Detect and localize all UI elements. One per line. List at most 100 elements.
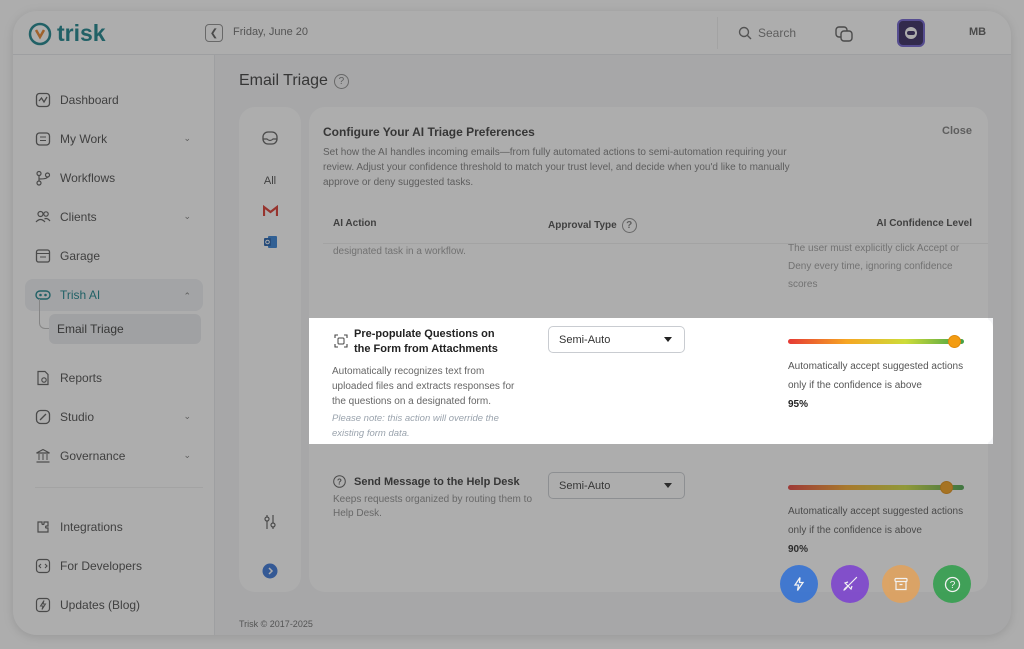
expand-button[interactable] bbox=[239, 563, 301, 582]
help-icon[interactable]: ? bbox=[621, 218, 637, 233]
filter-settings-button[interactable] bbox=[239, 513, 301, 534]
sidebar-item-label: My Work bbox=[60, 132, 108, 146]
approval-type-value: Semi-Auto bbox=[559, 479, 611, 492]
logo[interactable]: trisk bbox=[27, 20, 106, 47]
rocket-icon bbox=[843, 576, 858, 591]
clients-icon bbox=[35, 210, 51, 223]
action-description: Keeps requests organized by routing them… bbox=[333, 494, 533, 519]
confidence-slider-track[interactable] bbox=[788, 485, 964, 490]
chat-button[interactable] bbox=[833, 23, 855, 45]
column-header-label: AI Confidence Level bbox=[876, 218, 972, 229]
search-button[interactable]: Search bbox=[717, 17, 817, 49]
caret-down-icon bbox=[664, 337, 672, 342]
sidebar-item-clients[interactable]: Clients ⌄ bbox=[25, 201, 203, 233]
sidebar-item-trish-ai[interactable]: Trish AI ⌃ bbox=[25, 279, 203, 311]
reports-icon bbox=[37, 370, 49, 386]
chevron-left-icon: ❮ bbox=[209, 27, 219, 39]
sidebar-item-label: Studio bbox=[60, 410, 95, 424]
sidebar-item-label: Governance bbox=[60, 449, 126, 463]
chevron-down-icon: ⌄ bbox=[183, 211, 191, 221]
help-circle-icon: ? bbox=[944, 576, 960, 592]
previous-row-confidence-line-2: Deny every time, ignoring confidence bbox=[788, 261, 953, 272]
chevron-right-circle-icon bbox=[262, 563, 278, 579]
column-header-approval-type: Approval Type? bbox=[548, 218, 637, 233]
dashboard-icon bbox=[35, 92, 51, 108]
studio-icon bbox=[35, 409, 51, 425]
sidebar-item-label: Trish AI bbox=[60, 288, 101, 302]
confidence-value: 90% bbox=[788, 544, 809, 555]
approval-type-select[interactable]: Semi-Auto bbox=[548, 472, 685, 499]
help-circle-icon: ? bbox=[333, 475, 346, 488]
collapse-sidebar-button[interactable]: ❮ bbox=[205, 24, 223, 42]
top-bar: trisk ❮ Friday, June 20 Search MB bbox=[13, 11, 1011, 55]
outlook-source-button[interactable] bbox=[239, 235, 301, 252]
archive-button[interactable] bbox=[882, 565, 920, 603]
inbox-button[interactable] bbox=[239, 129, 301, 150]
sidebar-item-label: Clients bbox=[60, 210, 97, 224]
help-icon[interactable]: ? bbox=[333, 73, 349, 89]
close-button[interactable]: Close bbox=[942, 125, 972, 137]
sidebar: Dashboard My Work ⌄ Workflows Clients ⌄ … bbox=[13, 55, 215, 635]
sidebar-item-integrations[interactable]: Integrations bbox=[25, 511, 203, 543]
confidence-description: Automatically accept suggested actions o… bbox=[788, 502, 966, 559]
sidebar-item-label: Reports bbox=[60, 371, 103, 385]
integrations-icon bbox=[37, 521, 49, 533]
assistant-avatar[interactable] bbox=[897, 19, 925, 47]
confidence-text: Automatically accept suggested actions o… bbox=[788, 506, 964, 536]
confidence-description: Automatically accept suggested actions o… bbox=[788, 357, 966, 414]
previous-row-confidence-line-3: scores bbox=[788, 279, 818, 290]
workflows-icon bbox=[36, 170, 51, 186]
sidebar-item-reports[interactable]: Reports bbox=[25, 362, 203, 394]
column-header-ai-action: AI Action bbox=[333, 218, 377, 229]
current-date: Friday, June 20 bbox=[233, 26, 309, 38]
sidebar-item-my-work[interactable]: My Work ⌄ bbox=[25, 123, 203, 155]
sidebar-item-garage[interactable]: Garage bbox=[25, 240, 203, 272]
caret-down-icon bbox=[664, 483, 672, 488]
sidebar-divider bbox=[35, 487, 203, 488]
confidence-value: 95% bbox=[788, 399, 809, 410]
app-name: trisk bbox=[57, 20, 106, 46]
svg-text:?: ? bbox=[337, 478, 342, 487]
action-title: ? Send Message to the Help Desk bbox=[333, 475, 520, 488]
confidence-slider-thumb[interactable] bbox=[948, 335, 961, 348]
action-warning-note: Please note: this action will override t… bbox=[332, 413, 499, 439]
sidebar-item-workflows[interactable]: Workflows bbox=[25, 162, 203, 194]
action-title-text: Send Message to the Help Desk bbox=[354, 475, 520, 488]
approval-type-select[interactable]: Semi-Auto bbox=[548, 326, 685, 353]
chat-icon bbox=[835, 26, 853, 42]
source-all[interactable]: All bbox=[239, 175, 301, 187]
email-sources-panel: All bbox=[239, 107, 301, 592]
sidebar-item-dashboard[interactable]: Dashboard bbox=[25, 84, 203, 116]
user-initials[interactable]: MB bbox=[969, 26, 986, 38]
launch-button[interactable] bbox=[831, 565, 869, 603]
gmail-source-button[interactable] bbox=[239, 204, 301, 220]
sidebar-item-governance[interactable]: Governance ⌄ bbox=[25, 440, 203, 472]
quick-action-button[interactable] bbox=[780, 565, 818, 603]
svg-text:?: ? bbox=[949, 580, 955, 591]
approval-type-value: Semi-Auto bbox=[559, 333, 611, 346]
chevron-down-icon: ⌄ bbox=[183, 450, 191, 460]
my-work-icon bbox=[35, 132, 51, 146]
column-header-label: AI Action bbox=[333, 218, 377, 229]
sidebar-item-for-developers[interactable]: For Developers bbox=[25, 550, 203, 582]
sidebar-item-label: Garage bbox=[60, 249, 101, 263]
chevron-down-icon: ⌄ bbox=[183, 133, 191, 143]
highlighted-action-row: Pre-populate Questions on the Form from … bbox=[309, 318, 993, 444]
sliders-icon bbox=[264, 515, 276, 529]
action-description: Automatically recognizes text from uploa… bbox=[332, 366, 515, 407]
sidebar-item-email-triage[interactable]: Email Triage bbox=[49, 314, 201, 344]
chevron-up-icon: ⌃ bbox=[183, 291, 191, 301]
governance-icon bbox=[36, 448, 50, 463]
chevron-down-icon: ⌄ bbox=[183, 411, 191, 421]
garage-icon bbox=[35, 249, 51, 263]
confidence-slider-thumb[interactable] bbox=[940, 481, 953, 494]
document-scan-icon bbox=[334, 334, 348, 348]
archive-icon bbox=[894, 577, 908, 591]
help-button[interactable]: ? bbox=[933, 565, 971, 603]
sidebar-item-studio[interactable]: Studio ⌄ bbox=[25, 401, 203, 433]
inbox-icon bbox=[262, 131, 278, 145]
sidebar-item-updates-blog[interactable]: Updates (Blog) bbox=[25, 589, 203, 621]
column-header-label: Approval Type bbox=[548, 220, 617, 231]
confidence-slider-track[interactable] bbox=[788, 339, 964, 344]
sidebar-item-label: Updates (Blog) bbox=[60, 598, 141, 612]
